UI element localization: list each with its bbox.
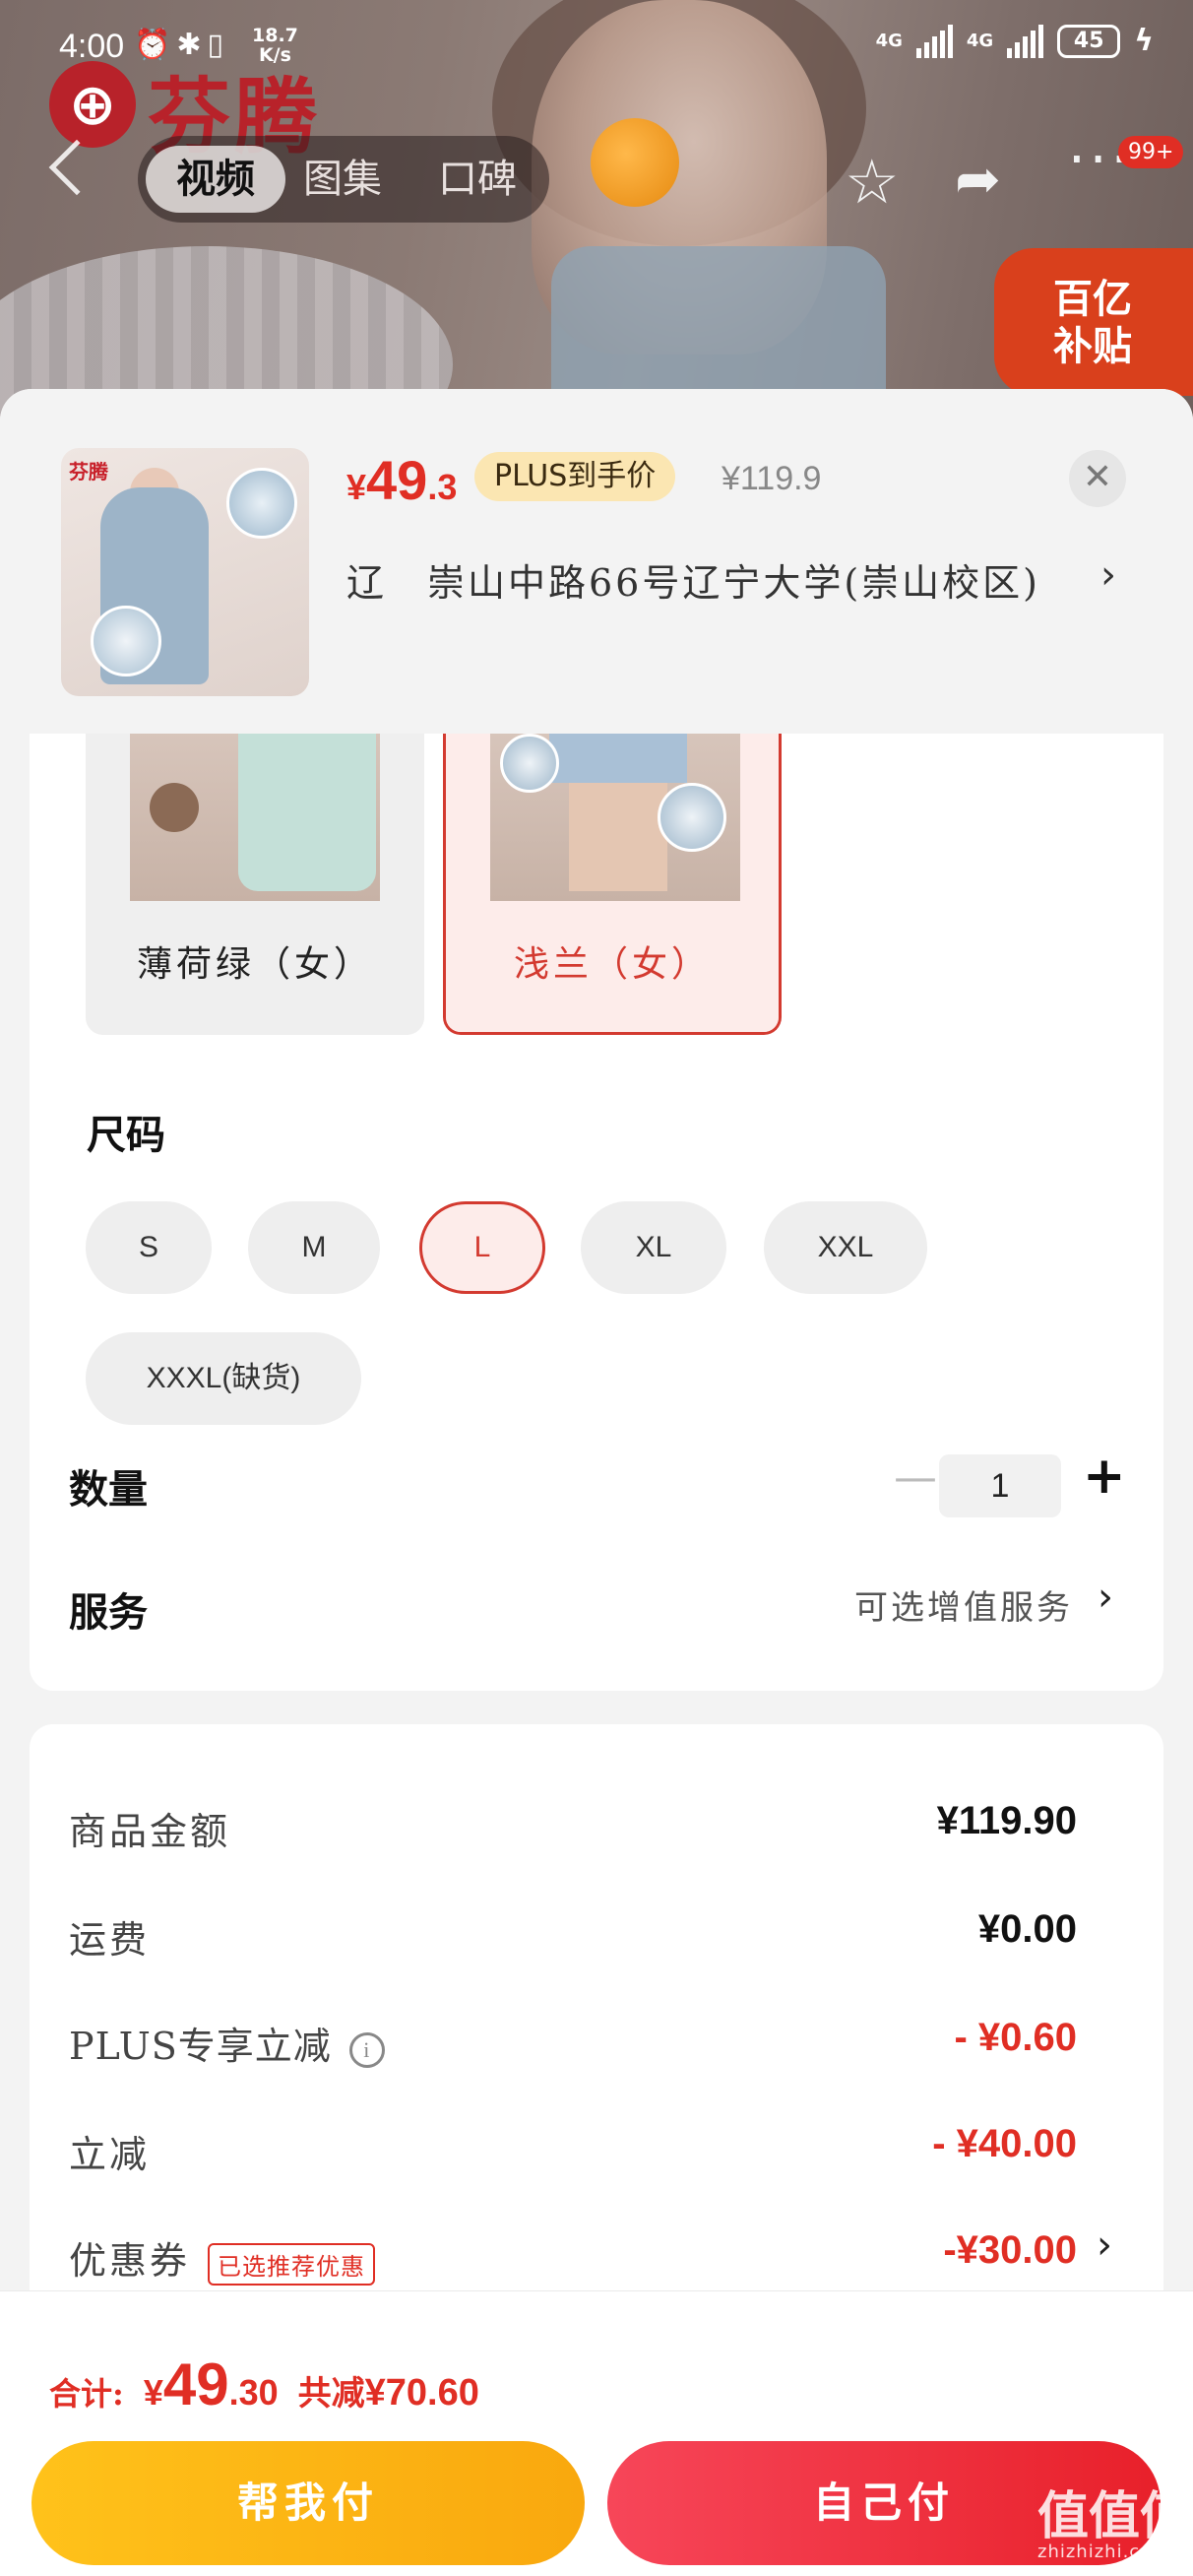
status-icons-right: 4G 4G 45 ϟ bbox=[876, 24, 1154, 58]
quantity-title: 数量 bbox=[69, 1466, 148, 1513]
status-icons-left: ⏰✱▯ bbox=[134, 28, 229, 62]
chevron-right-icon[interactable]: › bbox=[1100, 552, 1116, 598]
total-saving: 共减¥70.60 bbox=[297, 2372, 479, 2414]
service-title: 服务 bbox=[69, 1589, 148, 1636]
clock: 4:00 bbox=[59, 28, 125, 65]
color-option-mint[interactable]: 薄荷绿（女） bbox=[86, 724, 424, 1035]
orange-prop bbox=[591, 118, 679, 207]
saving-label: 共减 bbox=[297, 2374, 365, 2414]
plus-discount-label-row: PLUS专享立减 i bbox=[69, 2016, 385, 2070]
size-option-l[interactable]: L bbox=[419, 1201, 545, 1294]
alarm-icon: ⏰ bbox=[134, 28, 177, 62]
watermark-logo: 值值值 zhizhizhi.com bbox=[1037, 2491, 1191, 2562]
tab-reviews[interactable]: 口碑 bbox=[438, 146, 517, 213]
size-option-s[interactable]: S bbox=[86, 1201, 212, 1294]
shirt-image bbox=[238, 724, 376, 891]
network-speed-value: 18.7 bbox=[252, 25, 298, 46]
size-option-xxl[interactable]: XXL bbox=[764, 1201, 927, 1294]
network-type-1: 4G bbox=[875, 31, 903, 51]
size-option-xxxl[interactable]: XXXL(缺货) bbox=[86, 1332, 361, 1425]
sku-bottom-sheet: 芬腾 ¥49.3 PLUS到手价 ¥119.9 ✕ 辽 崇山中路66号辽宁大学(… bbox=[0, 389, 1193, 2576]
watermark-domain: zhizhizhi.com bbox=[1037, 2542, 1170, 2562]
color-option-image bbox=[490, 724, 740, 901]
share-icon[interactable]: ➦ bbox=[955, 148, 1001, 212]
original-price: ¥119.9 bbox=[722, 460, 822, 497]
saving-value: ¥70.60 bbox=[364, 2372, 479, 2414]
total-integer: 49 bbox=[162, 2351, 229, 2417]
coupon-label: 优惠券 bbox=[69, 2239, 191, 2283]
coupon-row-label[interactable]: 优惠券 已选推荐优惠 bbox=[69, 2230, 376, 2286]
quantity-value[interactable]: 1 bbox=[939, 1454, 1061, 1517]
subsidy-badge: 百亿 补贴 bbox=[994, 248, 1193, 396]
plus-discount-value: - ¥0.60 bbox=[954, 2016, 1077, 2059]
size-title: 尺码 bbox=[87, 1112, 165, 1158]
tab-gallery[interactable]: 图集 bbox=[303, 146, 382, 213]
chevron-right-icon[interactable]: › bbox=[1097, 2222, 1112, 2268]
fabric-detail-icon bbox=[658, 783, 726, 852]
product-thumbnail[interactable]: 芬腾 bbox=[61, 448, 309, 696]
price-integer: 49 bbox=[366, 449, 428, 511]
goods-amount-value: ¥119.90 bbox=[936, 1799, 1077, 1842]
coupon-recommended-tag: 已选推荐优惠 bbox=[208, 2243, 376, 2286]
subsidy-line-2: 补贴 bbox=[1053, 324, 1132, 369]
price-breakdown-card: 商品金额 ¥119.90 运费 ¥0.00 PLUS专享立减 i - ¥0.60 … bbox=[30, 1724, 1163, 2335]
bluetooth-icon: ✱ bbox=[176, 28, 208, 62]
subsidy-line-1: 百亿 bbox=[1053, 277, 1132, 322]
shipping-label: 运费 bbox=[69, 1918, 151, 1962]
info-icon[interactable]: i bbox=[348, 2031, 385, 2068]
plus-price: ¥49.3 bbox=[346, 448, 457, 512]
total-currency: ¥ bbox=[143, 2372, 163, 2413]
delivery-address[interactable]: 辽 崇山中路66号辽宁大学(崇山校区) bbox=[346, 552, 1040, 607]
sheet-header: 芬腾 ¥49.3 PLUS到手价 ¥119.9 ✕ 辽 崇山中路66号辽宁大学(… bbox=[0, 389, 1193, 734]
favorite-star-icon[interactable]: ☆ bbox=[845, 146, 900, 218]
checkout-footer: 合计: ¥49.30 共减¥70.60 帮我付 自己付 bbox=[0, 2290, 1193, 2576]
thumb-fabric-detail bbox=[226, 468, 297, 539]
options-card: 薄荷绿（女） 浅兰（女） 尺码 S M L XL XXL XXXL(缺货) 数量… bbox=[30, 724, 1163, 1691]
cotton-icon bbox=[150, 783, 199, 832]
signal-icon bbox=[1007, 24, 1044, 58]
watermark-text: 值值值 bbox=[1037, 2487, 1192, 2546]
value-added-service-link[interactable]: 可选增值服务 bbox=[854, 1580, 1073, 1629]
close-button[interactable]: ✕ bbox=[1069, 450, 1126, 507]
color-option-label: 薄荷绿（女） bbox=[86, 901, 424, 1035]
charging-icon: ϟ bbox=[1134, 24, 1154, 58]
shipping-value: ¥0.00 bbox=[977, 1907, 1077, 1951]
vibrate-icon: ▯ bbox=[207, 28, 230, 62]
instant-discount-label: 立减 bbox=[69, 2133, 151, 2176]
tab-video[interactable]: 视频 bbox=[146, 146, 285, 213]
size-option-xl[interactable]: XL bbox=[581, 1201, 726, 1294]
quantity-increase-button[interactable]: + bbox=[1083, 1447, 1126, 1506]
thumb-fabric-detail bbox=[91, 606, 161, 676]
total-decimal: .30 bbox=[228, 2372, 279, 2413]
goods-amount-label: 商品金额 bbox=[69, 1810, 231, 1853]
status-bar: 4:00 ⏰✱▯ 18.7 K/s 4G 4G 45 ϟ bbox=[0, 0, 1193, 91]
chevron-right-icon[interactable]: › bbox=[1098, 1575, 1113, 1620]
plus-price-tag: PLUS到手价 bbox=[474, 452, 676, 501]
coupon-value[interactable]: -¥30.00 bbox=[943, 2228, 1077, 2273]
legs-image bbox=[569, 783, 667, 891]
price-decimal: .3 bbox=[427, 467, 458, 507]
instant-discount-value: - ¥40.00 bbox=[932, 2122, 1077, 2165]
network-type-2: 4G bbox=[966, 31, 994, 51]
quantity-decrease-button[interactable]: — bbox=[894, 1452, 937, 1503]
size-option-m[interactable]: M bbox=[248, 1201, 380, 1294]
media-tabs: 视频 图集 口碑 bbox=[138, 136, 549, 223]
total-summary: 合计: ¥49.30 共减¥70.60 bbox=[49, 2351, 479, 2418]
network-speed: 18.7 K/s bbox=[252, 26, 298, 65]
price-currency: ¥ bbox=[346, 467, 367, 507]
fabric-detail-icon bbox=[500, 734, 559, 793]
plus-discount-label: PLUS专享立减 bbox=[69, 2025, 332, 2068]
total-label: 合计: bbox=[49, 2375, 124, 2413]
color-option-label: 浅兰（女） bbox=[446, 901, 779, 1032]
message-badge: 99+ bbox=[1118, 136, 1184, 168]
thumb-brand-logo: 芬腾 bbox=[69, 460, 108, 483]
color-option-lightblue[interactable]: 浅兰（女） bbox=[443, 724, 782, 1035]
signal-icon bbox=[915, 24, 953, 58]
ask-friend-pay-button[interactable]: 帮我付 bbox=[31, 2441, 585, 2565]
network-speed-unit: K/s bbox=[258, 44, 291, 66]
battery-icon: 45 bbox=[1057, 24, 1121, 58]
color-option-image bbox=[130, 724, 380, 901]
